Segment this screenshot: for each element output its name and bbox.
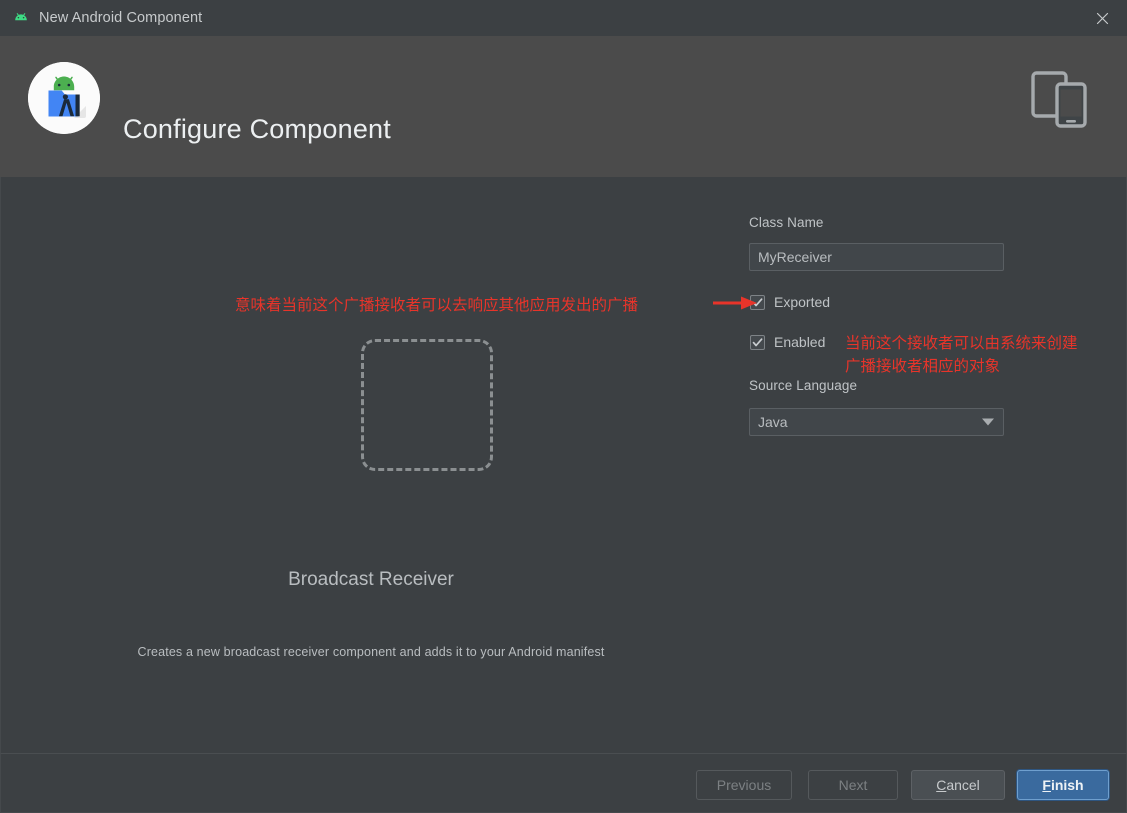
- exported-checkbox-row[interactable]: Exported: [750, 294, 830, 310]
- window-title: New Android Component: [39, 10, 203, 26]
- annotation-exported-note: 意味着当前这个广播接收者可以去响应其他应用发出的广播: [235, 296, 639, 314]
- exported-label: Exported: [774, 294, 831, 310]
- annotation-enabled-line2: 广播接收者相应的对象: [845, 357, 1001, 375]
- close-icon[interactable]: [1077, 0, 1127, 36]
- component-preview-panel: Broadcast Receiver Creates a new broadca…: [1, 177, 741, 753]
- finish-mnemonic: F: [1042, 777, 1051, 793]
- chevron-down-icon[interactable]: [982, 418, 994, 426]
- finish-button[interactable]: Finish: [1017, 770, 1109, 800]
- preview-component-name: Broadcast Receiver: [288, 569, 454, 590]
- annotation-enabled-note: 当前这个接收者可以由系统来创建 广播接收者相应的对象: [845, 332, 1120, 378]
- next-button[interactable]: Next: [808, 770, 898, 800]
- preview-component-description: Creates a new broadcast receiver compone…: [137, 645, 605, 659]
- dialog-body: Broadcast Receiver Creates a new broadca…: [0, 177, 1127, 753]
- enabled-checkbox-row[interactable]: Enabled: [750, 334, 825, 350]
- component-form-panel: Class Name Exported Enabled Source Langu…: [749, 177, 1049, 753]
- tablet-phone-devices-icon: [1024, 64, 1096, 136]
- page-title: Configure Component: [123, 114, 391, 144]
- annotation-enabled-line1: 当前这个接收者可以由系统来创建: [845, 334, 1078, 352]
- source-language-value: Java: [758, 414, 788, 430]
- finish-label-rest: inish: [1050, 777, 1084, 793]
- cancel-label-rest: ancel: [946, 777, 980, 793]
- class-name-label: Class Name: [749, 215, 824, 230]
- class-name-input[interactable]: [749, 243, 1004, 271]
- cancel-button[interactable]: Cancel: [911, 770, 1005, 800]
- dashed-square-placeholder-icon: [361, 339, 493, 471]
- source-language-label: Source Language: [749, 378, 858, 393]
- enabled-label: Enabled: [774, 334, 826, 350]
- source-language-select[interactable]: Java: [749, 408, 1004, 436]
- dialog-footer: Previous Next Cancel Finish: [0, 753, 1127, 813]
- red-arrow-right-icon: [713, 296, 757, 310]
- cancel-mnemonic: C: [936, 777, 947, 793]
- enabled-checkbox[interactable]: [750, 334, 765, 350]
- window-titlebar: New Android Component: [0, 0, 1127, 36]
- dialog-header: Configure Component: [0, 36, 1127, 177]
- android-robot-icon: [12, 9, 30, 27]
- android-studio-logo: [28, 62, 100, 134]
- previous-button[interactable]: Previous: [696, 770, 792, 800]
